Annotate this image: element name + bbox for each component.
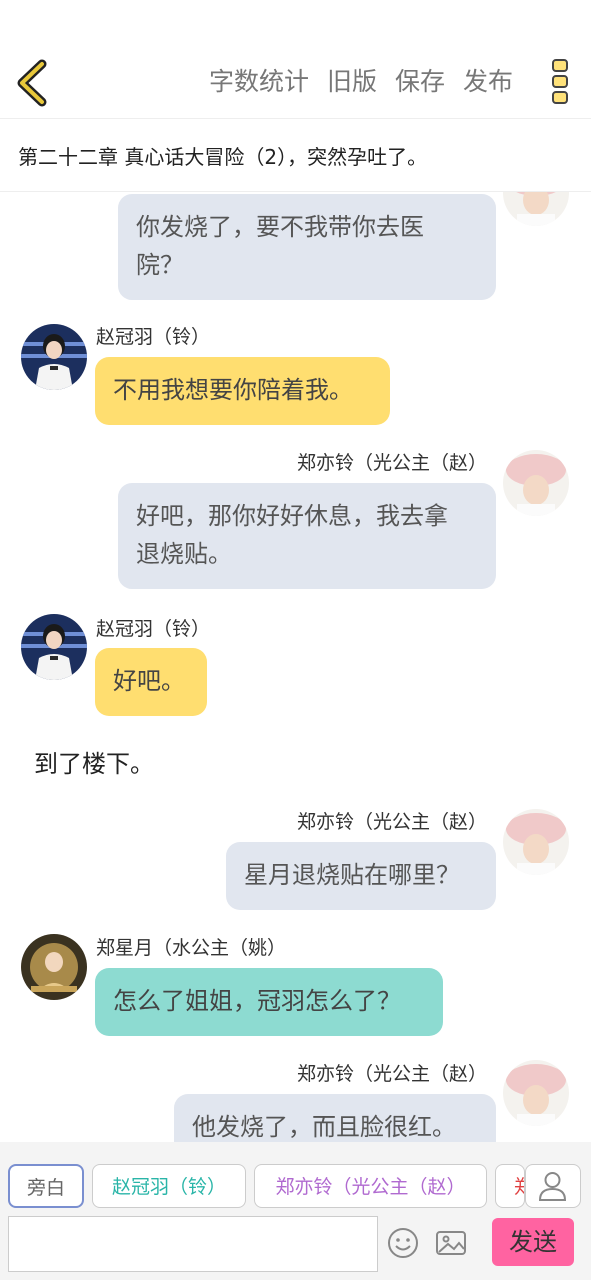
role-chip-narrator[interactable]: 旁白 [8,1164,84,1208]
chapter-title-bar: 第二十二章 真心话大冒险（2），突然孕吐了。 [0,118,591,192]
back-icon[interactable] [14,58,54,108]
narration-text[interactable]: 到了楼下。 [34,744,154,779]
message-text-line: 你发烧了，要不我带你去医 [136,213,424,241]
avatar-zheng-yiling[interactable] [503,809,569,875]
message-bubble[interactable]: 他发烧了，而且脸很红。 [174,1094,496,1142]
top-bar: 字数统计 旧版 保存 发布 [0,0,591,118]
sender-name: 赵冠羽（铃） [96,326,211,348]
more-icon[interactable] [551,58,569,106]
emoji-icon[interactable] [386,1226,420,1260]
message-bubble[interactable]: 好吧。 [95,648,207,716]
avatar-zheng-yiling[interactable] [503,450,569,516]
message-text: 不用我想要你陪着我。 [113,376,353,404]
old-version-button[interactable]: 旧版 [327,62,377,102]
message-text-line: 退烧贴。 [136,540,232,568]
person-icon [538,1172,567,1201]
avatar-zheng-xingyue[interactable] [21,934,87,1000]
sender-name: 郑星月（水公主（姚） [96,937,287,959]
message-text-line: 院？ [136,251,184,279]
message-text: 星月退烧贴在哪里？ [244,861,460,889]
avatar-zhao-guanyu[interactable] [21,324,87,390]
save-button[interactable]: 保存 [395,62,445,102]
avatar-zheng-yiling[interactable] [503,190,569,226]
role-manage-button[interactable] [525,1164,581,1208]
message-bubble[interactable]: 怎么了姐姐，冠羽怎么了？ [95,968,443,1036]
message-text-line: 好吧，那你好好休息，我去拿 [136,502,448,530]
sender-name: 郑亦铃（光公主（赵） [296,452,487,474]
sender-name: 郑亦铃（光公主（赵） [296,811,487,833]
avatar-zheng-yiling[interactable] [503,1060,569,1126]
avatar-zhao-guanyu[interactable] [21,614,87,680]
chapter-title[interactable]: 第二十二章 真心话大冒险（2），突然孕吐了。 [18,141,427,170]
role-chip-zheng-yiling[interactable]: 郑亦铃（光公主（赵） [254,1164,487,1208]
message-text: 好吧。 [113,667,185,695]
publish-button[interactable]: 发布 [463,62,513,102]
role-chip-partial[interactable]: 郑 [495,1164,525,1208]
message-bubble[interactable]: 你发烧了，要不我带你去医 院？ [118,194,496,300]
message-bubble[interactable]: 好吧，那你好好休息，我去拿 退烧贴。 [118,483,496,589]
role-chip-zhao-guanyu[interactable]: 赵冠羽（铃） [92,1164,246,1208]
composer-panel: 旁白 赵冠羽（铃） 郑亦铃（光公主（赵） 郑 发送 [0,1142,591,1280]
message-bubble[interactable]: 不用我想要你陪着我。 [95,357,390,425]
send-button[interactable]: 发送 [492,1218,574,1266]
image-icon[interactable] [434,1226,468,1260]
message-text: 他发烧了，而且脸很红。 [192,1113,456,1141]
message-text: 怎么了姐姐，冠羽怎么了？ [113,987,401,1015]
chat-area[interactable]: 你发烧了，要不我带你去医 院？ 赵冠羽（铃） 不用我想要你陪着我。 郑亦铃（光公… [0,190,591,1142]
sender-name: 郑亦铃（光公主（赵） [296,1063,487,1085]
header-actions: 字数统计 旧版 保存 发布 [209,62,513,102]
word-count-button[interactable]: 字数统计 [209,62,309,102]
sender-name: 赵冠羽（铃） [96,618,211,640]
message-input[interactable] [8,1216,378,1272]
message-bubble[interactable]: 星月退烧贴在哪里？ [226,842,496,910]
